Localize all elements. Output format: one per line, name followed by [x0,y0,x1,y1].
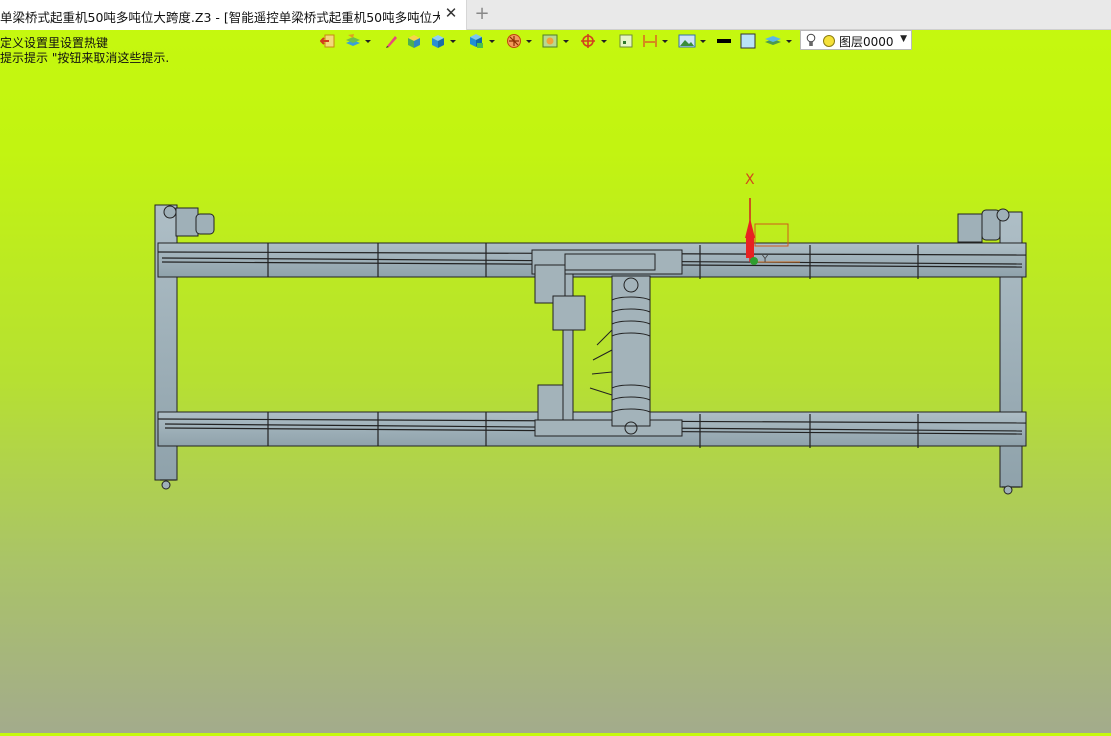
plus-icon[interactable]: + [474,5,490,23]
fill-color-icon[interactable] [740,33,756,49]
chevron-down-icon[interactable] [489,40,495,43]
document-tab-title: 单梁桥式起重机50吨多吨位大跨度.Z3 - [智能遥控单梁桥式起重机50吨多吨位… [0,10,440,25]
cube-color-icon[interactable] [406,33,422,49]
layers-icon[interactable] [344,33,362,49]
image-icon[interactable] [678,33,696,49]
lightbulb-icon[interactable] [806,33,816,48]
close-icon[interactable]: ✕ [444,6,458,21]
crosshair-icon[interactable] [580,33,596,49]
chevron-down-icon[interactable] [786,40,792,43]
x-axis-label: X [745,172,755,188]
display-icon[interactable] [542,33,558,49]
chevron-down-icon[interactable] [601,40,607,43]
box-icon[interactable] [618,33,634,49]
cube-icon[interactable] [430,33,446,49]
target-icon[interactable] [506,33,522,49]
document-tab[interactable]: 单梁桥式起重机50吨多吨位大跨度.Z3 - [智能遥控单梁桥式起重机50吨多吨位… [0,0,467,30]
layer-select[interactable]: 图层0000 ▼ [800,30,912,50]
chevron-down-icon[interactable] [526,40,532,43]
3d-viewport[interactable]: X Y [0,55,1111,733]
chevron-down-icon[interactable] [450,40,456,43]
stack-icon[interactable] [764,33,782,49]
crane-model: X Y [154,172,1027,495]
cube-view-icon[interactable] [468,33,484,49]
layer-name: 图层0000 [839,35,894,49]
chevron-down-icon[interactable] [563,40,569,43]
y-axis-label: Y [761,254,769,265]
layer-color-icon [823,35,835,47]
tab-bar: 单梁桥式起重机50吨多吨位大跨度.Z3 - [智能遥控单梁桥式起重机50吨多吨位… [0,0,1111,30]
chevron-down-icon[interactable] [365,40,371,43]
chevron-down-icon[interactable] [700,40,706,43]
dimension-icon[interactable] [642,33,658,49]
chevron-down-icon[interactable] [662,40,668,43]
pen-icon[interactable] [384,33,400,49]
line-color-icon[interactable] [716,33,732,49]
chevron-down-icon[interactable]: ▼ [900,34,907,44]
exit-icon[interactable] [320,33,336,49]
